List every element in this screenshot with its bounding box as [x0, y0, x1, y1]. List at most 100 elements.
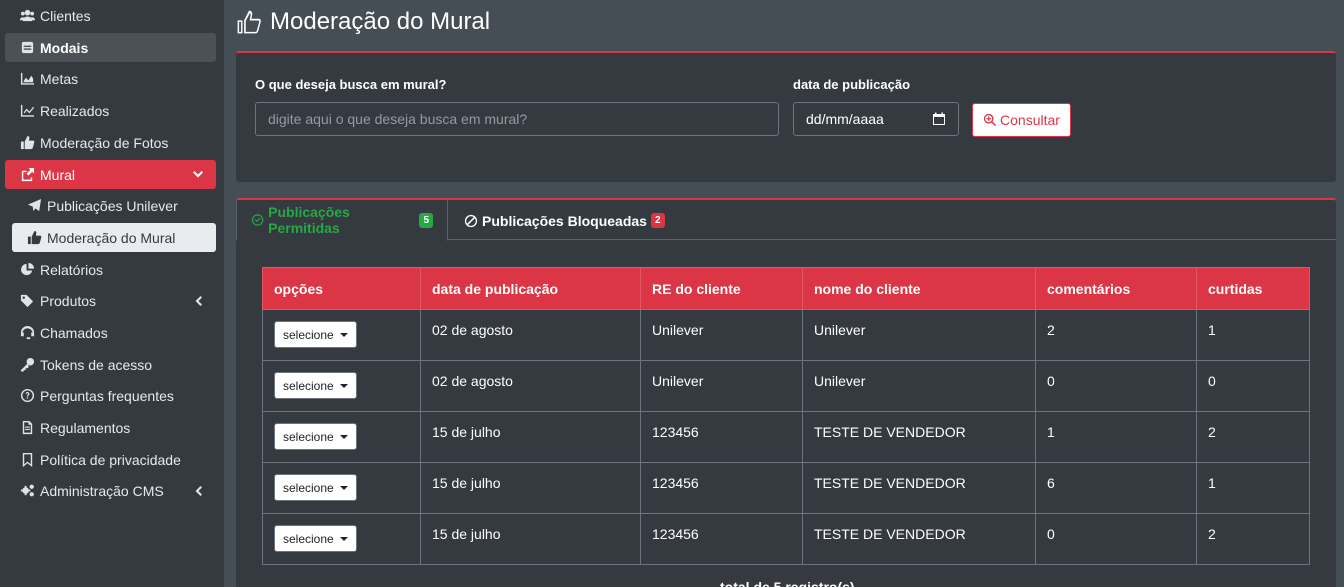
sidebar-item-label: Modais [40, 39, 89, 56]
column-header-opcoes: opções [262, 267, 421, 310]
table-row: selecione 15 de julho 123456 TESTE DE VE… [262, 462, 1310, 514]
sidebar-item-metas[interactable]: Metas [5, 64, 216, 93]
thumbs-up-icon [19, 134, 36, 151]
sidebar-item-label: Chamados [40, 324, 108, 341]
options-dropdown-button[interactable]: selecione [274, 474, 357, 501]
date-cell: 02 de agosto [420, 360, 641, 412]
line-chart-icon [19, 102, 36, 119]
cogs-icon [19, 482, 36, 499]
date-cell: 02 de agosto [420, 309, 641, 361]
sidebar-item-label: Política de privacidade [40, 451, 181, 468]
caret-down-icon [339, 485, 348, 490]
thumbs-up-icon [26, 229, 43, 246]
users-icon [19, 7, 36, 24]
sidebar-item-publicacoes-unilever[interactable]: Publicações Unilever [12, 191, 216, 220]
table-header-row: opções data de publicação RE do cliente … [262, 267, 1310, 310]
table-row: selecione 15 de julho 123456 TESTE DE VE… [262, 513, 1310, 565]
column-header-curtidas: curtidas [1196, 267, 1310, 310]
calendar-icon[interactable] [932, 112, 946, 126]
search-input[interactable]: digite aqui o que deseja busca em mural? [255, 102, 779, 136]
options-cell: selecione [262, 360, 421, 412]
options-dropdown-label: selecione [283, 480, 334, 495]
count-badge: 2 [650, 213, 665, 228]
chevron-down-icon [192, 168, 204, 180]
sidebar: Clientes Modais Metas Realizados Moderaç… [0, 0, 224, 587]
share-square-icon [19, 166, 36, 183]
re-cell: 123456 [640, 462, 803, 514]
sidebar-item-admin-cms[interactable]: Administração CMS [5, 476, 216, 505]
chevron-left-icon [192, 484, 204, 496]
sidebar-item-realizados[interactable]: Realizados [5, 96, 216, 125]
likes-cell: 0 [1196, 360, 1310, 412]
table-row: selecione 02 de agosto Unilever Unilever… [262, 309, 1310, 361]
options-dropdown-button[interactable]: selecione [274, 423, 357, 450]
sidebar-item-relatorios[interactable]: Relatórios [5, 255, 216, 284]
tab-publicacoes-permitidas[interactable]: Publicações Permitidas 5 [236, 200, 448, 241]
count-badge: 5 [419, 212, 433, 228]
sidebar-item-label: Tokens de acesso [40, 356, 153, 373]
sidebar-item-tokens[interactable]: Tokens de acesso [5, 350, 216, 379]
options-dropdown-label: selecione [283, 378, 334, 393]
options-cell: selecione [262, 411, 421, 463]
page-title: Moderação do Mural [236, 8, 490, 36]
sidebar-item-moderacao-fotos[interactable]: Moderação de Fotos [5, 128, 216, 157]
sidebar-item-label: Realizados [40, 102, 110, 119]
column-header-nome: nome do cliente [802, 267, 1036, 310]
comments-cell: 6 [1035, 462, 1197, 514]
sidebar-item-mural[interactable]: Mural [5, 160, 216, 189]
column-header-comentarios: comentários [1035, 267, 1197, 310]
sidebar-item-label: Relatórios [40, 261, 104, 278]
search-card: O que deseja busca em mural? digite aqui… [236, 51, 1336, 182]
page-title-text: Moderação do Mural [270, 8, 491, 35]
tab-publicacoes-bloqueadas[interactable]: Publicações Bloqueadas 2 [450, 200, 679, 241]
pie-chart-icon [19, 261, 36, 278]
caret-down-icon [339, 332, 348, 337]
date-cell: 15 de julho [420, 411, 641, 463]
search-input-placeholder: digite aqui o que deseja busca em mural? [268, 111, 528, 127]
question-circle-icon [19, 387, 36, 404]
headset-icon [19, 324, 36, 341]
options-dropdown-button[interactable]: selecione [274, 321, 357, 348]
likes-cell: 1 [1196, 462, 1310, 514]
options-cell: selecione [262, 513, 421, 565]
re-cell: 123456 [640, 411, 803, 463]
table-row: selecione 02 de agosto Unilever Unilever… [262, 360, 1310, 412]
re-cell: Unilever [640, 309, 803, 361]
sidebar-item-moderacao-mural[interactable]: Moderação do Mural [12, 223, 216, 252]
date-field[interactable]: dd/mm/aaaa [793, 102, 959, 136]
consultar-button[interactable]: Consultar [972, 103, 1071, 137]
sidebar-item-label: Regulamentos [40, 419, 131, 436]
name-cell: Unilever [802, 360, 1036, 412]
publications-table: opções data de publicação RE do cliente … [262, 267, 1310, 565]
paper-plane-icon [26, 197, 43, 214]
sidebar-item-chamados[interactable]: Chamados [5, 318, 216, 347]
box-icon [19, 39, 36, 56]
options-dropdown-label: selecione [283, 531, 334, 546]
options-dropdown-button[interactable]: selecione [274, 372, 357, 399]
sidebar-item-clientes[interactable]: Clientes [5, 1, 216, 30]
sidebar-item-regulamentos[interactable]: Regulamentos [5, 413, 216, 442]
options-dropdown-label: selecione [283, 327, 334, 342]
comments-cell: 2 [1035, 309, 1197, 361]
options-cell: selecione [262, 309, 421, 361]
sidebar-item-label: Mural [40, 166, 76, 183]
tab-bar: Publicações Permitidas 5 Publicações Blo… [236, 200, 1336, 241]
options-dropdown-label: selecione [283, 429, 334, 444]
options-dropdown-button[interactable]: selecione [274, 525, 357, 552]
chevron-left-icon [192, 294, 204, 306]
column-header-data: data de publicação [420, 267, 641, 310]
sidebar-item-perguntas[interactable]: Perguntas frequentes [5, 381, 216, 410]
sidebar-item-modais[interactable]: Modais [5, 33, 216, 62]
date-label: data de publicação [793, 77, 911, 92]
likes-cell: 1 [1196, 309, 1310, 361]
date-cell: 15 de julho [420, 513, 641, 565]
publications-card: Publicações Permitidas 5 Publicações Blo… [236, 198, 1336, 587]
file-icon [19, 419, 36, 436]
sidebar-item-produtos[interactable]: Produtos [5, 286, 216, 315]
sidebar-item-label: Metas [40, 70, 79, 87]
column-header-re: RE do cliente [640, 267, 803, 310]
sidebar-item-politica[interactable]: Política de privacidade [5, 445, 216, 474]
name-cell: TESTE DE VENDEDOR [802, 411, 1036, 463]
tags-icon [19, 292, 36, 309]
re-cell: Unilever [640, 360, 803, 412]
